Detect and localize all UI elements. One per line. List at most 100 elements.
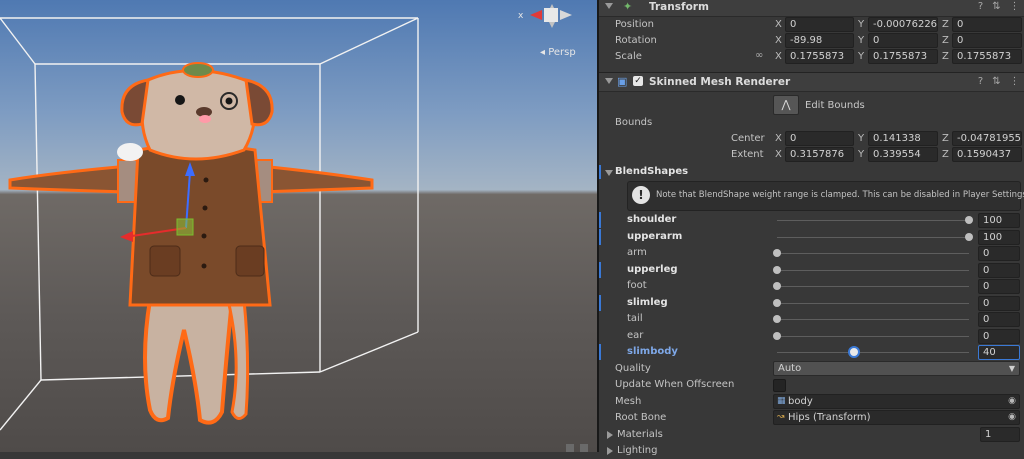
rotation-x-field[interactable]: -89.98 <box>785 33 854 48</box>
object-picker-icon[interactable]: ◉ <box>1008 411 1016 424</box>
blendshape-slider-handle[interactable] <box>773 265 781 274</box>
scale-label[interactable]: Scale <box>615 51 642 62</box>
root-bone-label[interactable]: Root Bone <box>615 412 666 423</box>
blendshapes-label[interactable]: BlendShapes <box>615 166 688 177</box>
y-axis-label[interactable]: Y <box>858 35 864 46</box>
y-axis-label[interactable]: Y <box>858 133 864 144</box>
extent-y-field[interactable]: 0.339554 <box>868 147 938 162</box>
blendshape-slider-handle[interactable] <box>773 315 781 323</box>
y-axis-label[interactable]: Y <box>858 51 864 62</box>
blendshape-slider-track[interactable] <box>777 269 969 271</box>
center-x-field[interactable]: 0 <box>785 131 854 146</box>
rotation-z-field[interactable]: 0 <box>952 33 1022 48</box>
blendshape-slider-handle[interactable] <box>773 249 781 257</box>
rotation-y-field[interactable]: 0 <box>868 33 938 48</box>
materials-count-field[interactable]: 1 <box>980 427 1020 442</box>
expand-icon[interactable] <box>607 447 613 455</box>
center-label[interactable]: Center <box>731 133 765 144</box>
extent-z-field[interactable]: 0.1590437 <box>952 147 1022 162</box>
orientation-gizmo[interactable]: x <box>518 4 572 28</box>
presets-icon[interactable]: ⇅ <box>991 76 1002 87</box>
blendshape-slider-track[interactable] <box>777 335 969 337</box>
blendshape-value-field[interactable]: 0 <box>978 328 1020 344</box>
character-model[interactable] <box>8 62 374 425</box>
blendshape-slider-track[interactable] <box>777 220 969 221</box>
x-axis-label[interactable]: X <box>775 133 782 144</box>
blendshape-slider-track[interactable] <box>777 352 969 353</box>
lighting-row[interactable]: Lighting <box>599 443 1024 459</box>
blendshape-slider-track[interactable] <box>777 236 969 238</box>
quality-dropdown[interactable]: Auto ▼ <box>773 361 1020 376</box>
update-offscreen-checkbox[interactable] <box>773 379 786 392</box>
scale-y-field[interactable]: 0.1755873 <box>868 49 938 64</box>
blendshape-value-field[interactable]: 0 <box>978 279 1020 294</box>
projection-label[interactable]: ◂ Persp <box>540 47 576 58</box>
presets-icon[interactable]: ⇅ <box>991 1 1002 12</box>
position-y-field[interactable]: -0.00076226 <box>868 17 938 32</box>
blendshape-slider-handle[interactable] <box>773 331 781 340</box>
scale-x-field[interactable]: 0.1755873 <box>785 49 854 64</box>
x-axis-label[interactable]: X <box>775 51 782 62</box>
mesh-object-field[interactable]: ▦ body ◉ <box>773 394 1020 409</box>
blendshape-slider-handle[interactable] <box>847 346 860 358</box>
center-y-field[interactable]: 0.141338 <box>868 131 938 146</box>
expand-icon[interactable] <box>607 431 613 439</box>
blendshape-value-field[interactable]: 0 <box>978 262 1020 278</box>
blendshape-slider-track[interactable] <box>777 286 969 287</box>
position-label[interactable]: Position <box>615 19 654 30</box>
bounds-label[interactable]: Bounds <box>615 117 652 128</box>
x-axis-label[interactable]: X <box>775 149 782 160</box>
root-bone-object-field[interactable]: ↝ Hips (Transform) ◉ <box>773 410 1020 425</box>
quality-label[interactable]: Quality <box>615 363 651 374</box>
blendshape-value-field[interactable]: 100 <box>978 213 1020 228</box>
blendshape-name[interactable]: arm <box>627 247 647 258</box>
blendshape-name[interactable]: shoulder <box>627 214 676 225</box>
update-offscreen-label[interactable]: Update When Offscreen <box>615 379 734 390</box>
mesh-label[interactable]: Mesh <box>615 396 641 407</box>
rotation-label[interactable]: Rotation <box>615 35 657 46</box>
blendshape-slider-track[interactable] <box>777 319 969 320</box>
collapse-icon[interactable] <box>605 78 613 84</box>
extent-x-field[interactable]: 0.3157876 <box>785 147 854 162</box>
materials-label[interactable]: Materials <box>617 429 663 440</box>
x-axis-label[interactable]: X <box>775 35 782 46</box>
blendshape-name[interactable]: tail <box>627 313 643 324</box>
blendshape-value-field[interactable]: 0 <box>978 246 1020 261</box>
blendshape-slider-track[interactable] <box>777 253 969 254</box>
scale-z-field[interactable]: 0.1755873 <box>952 49 1022 64</box>
blendshape-name[interactable]: upperarm <box>627 231 682 242</box>
scene-view[interactable]: x ◂ Persp <box>0 0 597 452</box>
materials-row[interactable]: Materials 1 <box>599 427 1024 443</box>
extent-label[interactable]: Extent <box>731 149 764 160</box>
blendshape-slider-track[interactable] <box>777 302 969 304</box>
help-icon[interactable]: ? <box>975 1 986 12</box>
blendshape-value-field[interactable]: 0 <box>978 295 1020 311</box>
z-axis-label[interactable]: Z <box>942 19 949 30</box>
y-axis-label[interactable]: Y <box>858 149 864 160</box>
object-picker-icon[interactable]: ◉ <box>1008 395 1016 408</box>
blendshape-value-field[interactable]: 100 <box>978 229 1020 245</box>
center-z-field[interactable]: -0.04781955 <box>952 131 1022 146</box>
collapse-icon[interactable] <box>605 3 613 9</box>
blendshape-name[interactable]: slimleg <box>627 297 668 308</box>
z-axis-label[interactable]: Z <box>942 149 949 160</box>
z-axis-label[interactable]: Z <box>942 51 949 62</box>
link-icon[interactable]: ∞ <box>755 50 763 61</box>
z-axis-label[interactable]: Z <box>942 35 949 46</box>
blendshape-name[interactable]: ear <box>627 330 643 341</box>
blendshapes-foldout-icon[interactable] <box>605 170 613 176</box>
more-icon[interactable]: ⋮ <box>1009 76 1020 87</box>
blendshape-value-field[interactable]: 40 <box>978 345 1020 360</box>
blendshape-name[interactable]: foot <box>627 280 647 291</box>
help-icon[interactable]: ? <box>975 76 986 87</box>
blendshape-slider-handle[interactable] <box>773 298 781 307</box>
scene-canvas[interactable]: x <box>0 0 597 452</box>
position-z-field[interactable]: 0 <box>952 17 1022 32</box>
smr-header[interactable]: ▣ ✓ Skinned Mesh Renderer ? ⇅ ⋮ <box>599 72 1024 92</box>
x-axis-label[interactable]: X <box>775 19 782 30</box>
y-axis-label[interactable]: Y <box>858 19 864 30</box>
transform-header[interactable]: ✦ Transform ? ⇅ ⋮ <box>599 0 1024 17</box>
blendshape-name[interactable]: slimbody <box>627 346 678 357</box>
enabled-checkbox[interactable]: ✓ <box>633 76 643 86</box>
blendshape-value-field[interactable]: 0 <box>978 312 1020 327</box>
